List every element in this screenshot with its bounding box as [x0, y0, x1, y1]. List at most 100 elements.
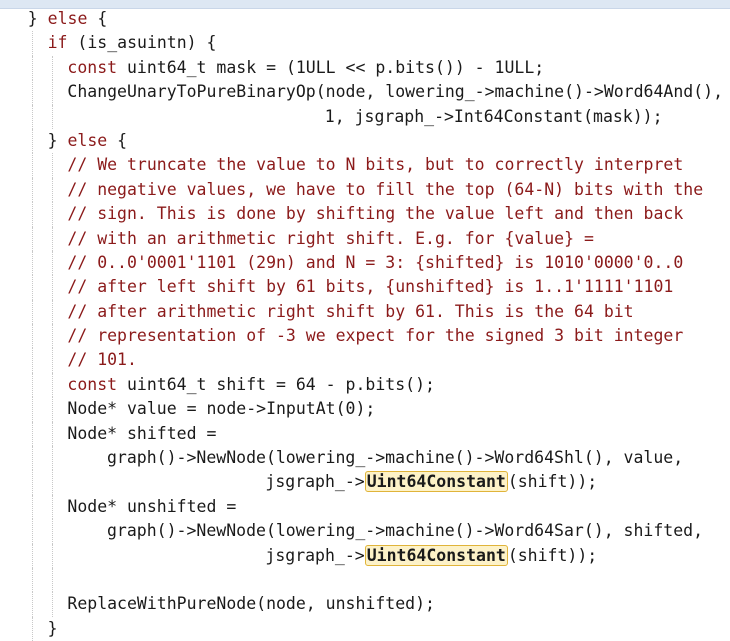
code-token: (shift)); — [507, 472, 598, 492]
indent-guide — [51, 275, 53, 300]
code-line[interactable]: // with an arithmetic right shift. E.g. … — [0, 226, 730, 251]
indent-guide — [31, 519, 33, 544]
code-token: { — [87, 9, 108, 28]
comment-token: // 0..0'0001'1101 (29n) and N = 3: {shif… — [67, 252, 684, 272]
indent-guide — [51, 299, 53, 325]
indent-guide — [51, 592, 53, 617]
indent-guide — [31, 446, 33, 471]
code-token: } — [47, 618, 58, 638]
indent-guide — [51, 421, 53, 447]
code-line[interactable]: // We truncate the value to N bits, but … — [0, 153, 730, 178]
indent-guide — [51, 153, 53, 178]
code-token: 1, jsgraph_->Int64Constant(mask)); — [324, 106, 663, 126]
code-line-content: // after arithmetic right shift by 61. T… — [67, 300, 633, 324]
indent-guide — [51, 348, 53, 373]
code-line[interactable]: const uint64_t shift = 64 - p.bits(); — [0, 372, 730, 398]
code-line-content: graph()->NewNode(lowering_->machine()->W… — [107, 519, 703, 543]
indent-guide — [31, 177, 33, 203]
comment-token: // negative values, we have to fill the … — [67, 179, 704, 199]
code-token: Node* shifted = — [67, 423, 217, 443]
indent-guide — [31, 31, 33, 56]
code-token: graph()->NewNode(lowering_->machine()->W… — [107, 448, 684, 468]
comment-token: // We truncate the value to N bits, but … — [67, 155, 684, 175]
indent-guide — [51, 177, 53, 203]
code-line[interactable]: 1, jsgraph_->Int64Constant(mask)); — [0, 104, 730, 129]
code-line[interactable]: // 101. — [0, 348, 730, 373]
indent-guide — [51, 250, 53, 276]
indent-guide — [51, 567, 53, 593]
comment-token: // sign. This is done by shifting the va… — [67, 204, 684, 224]
code-line-content: // representation of -3 we expect for th… — [67, 324, 683, 348]
indent-guide — [31, 104, 33, 129]
highlighted-token: Uint64Constant — [364, 544, 508, 566]
highlighted-token: Uint64Constant — [364, 471, 508, 493]
indent-guide — [51, 494, 53, 520]
code-token: ReplaceWithPureNode(node, unshifted); — [67, 594, 435, 614]
code-token: graph()->NewNode(lowering_->machine()->W… — [107, 521, 704, 541]
comment-token: // 101. — [67, 350, 137, 370]
code-token: { — [107, 130, 128, 150]
indent-guide — [31, 421, 33, 447]
code-line[interactable]: Node* unshifted = — [0, 494, 730, 520]
keyword-token: else — [67, 130, 108, 150]
code-line-content: Node* value = node->InputAt(0); — [67, 397, 375, 421]
code-line-content: // 0..0'0001'1101 (29n) and N = 3: {shif… — [67, 251, 683, 275]
code-line[interactable]: // 0..0'0001'1101 (29n) and N = 3: {shif… — [0, 250, 730, 276]
code-editor[interactable]: } else {if (is_asuintn) {const uint64_t … — [0, 7, 730, 641]
keyword-token: const — [67, 57, 118, 77]
code-line[interactable]: Node* shifted = — [0, 421, 730, 447]
code-line-content: const uint64_t shift = 64 - p.bits(); — [67, 373, 435, 397]
code-line[interactable]: if (is_asuintn) { — [0, 31, 730, 56]
code-line[interactable]: jsgraph_-> Uint64Constant (shift)); — [0, 543, 730, 568]
code-line[interactable]: // after arithmetic right shift by 61. T… — [0, 299, 730, 325]
code-line[interactable]: } else { — [0, 7, 730, 31]
indent-guide — [31, 202, 33, 227]
code-line-content: // with an arithmetic right shift. E.g. … — [67, 227, 594, 251]
indent-guide — [31, 372, 33, 398]
code-line[interactable]: const uint64_t mask = (1ULL << p.bits())… — [0, 55, 730, 81]
indent-guide — [51, 80, 53, 105]
code-line[interactable]: jsgraph_-> Uint64Constant (shift)); — [0, 470, 730, 495]
code-line[interactable]: // representation of -3 we expect for th… — [0, 324, 730, 349]
code-token: (shift)); — [507, 545, 598, 565]
indent-guide — [51, 397, 53, 422]
code-line[interactable]: Node* value = node->InputAt(0); — [0, 397, 730, 422]
indent-guide — [31, 348, 33, 373]
code-line-content: Node* shifted = — [67, 422, 216, 446]
code-line[interactable]: graph()->NewNode(lowering_->machine()->W… — [0, 446, 730, 471]
code-token: (is_asuintn) { — [67, 33, 217, 53]
code-token: } — [47, 130, 68, 150]
indent-guide — [31, 397, 33, 422]
code-line[interactable] — [0, 567, 730, 593]
indent-guide — [31, 226, 33, 251]
code-line[interactable]: // after left shift by 61 bits, {unshift… — [0, 275, 730, 300]
code-token: Node* value = node->InputAt(0); — [67, 399, 376, 419]
code-token: ChangeUnaryToPureBinaryOp(node, lowering… — [67, 82, 724, 102]
indent-guide — [31, 324, 33, 349]
indent-guide — [31, 80, 33, 105]
comment-token: // after left shift by 61 bits, {unshift… — [67, 277, 674, 297]
code-line-content: ReplaceWithPureNode(node, unshifted); — [67, 592, 435, 616]
code-line[interactable]: ChangeUnaryToPureBinaryOp(node, lowering… — [0, 80, 730, 105]
code-token: } — [27, 9, 48, 28]
indent-guide — [51, 324, 53, 349]
indent-guide — [31, 592, 33, 617]
comment-token: // representation of -3 we expect for th… — [67, 326, 684, 346]
code-token: jsgraph_-> — [265, 472, 365, 492]
indent-guide — [31, 470, 33, 495]
code-line[interactable]: } else { — [0, 128, 730, 154]
code-line[interactable]: // negative values, we have to fill the … — [0, 177, 730, 203]
code-line-content: if (is_asuintn) { — [48, 31, 217, 55]
indent-guide — [51, 470, 53, 495]
code-line[interactable]: } — [0, 616, 730, 641]
indent-guide — [51, 446, 53, 471]
code-line[interactable]: ReplaceWithPureNode(node, unshifted); — [0, 592, 730, 617]
code-line-content: 1, jsgraph_->Int64Constant(mask)); — [325, 105, 663, 129]
indent-guide — [31, 153, 33, 178]
indent-guide — [31, 275, 33, 300]
code-line[interactable]: // sign. This is done by shifting the va… — [0, 202, 730, 227]
indent-guide — [51, 226, 53, 251]
keyword-token: if — [47, 33, 68, 53]
code-line-content: } else { — [48, 129, 128, 153]
code-line[interactable]: graph()->NewNode(lowering_->machine()->W… — [0, 519, 730, 544]
